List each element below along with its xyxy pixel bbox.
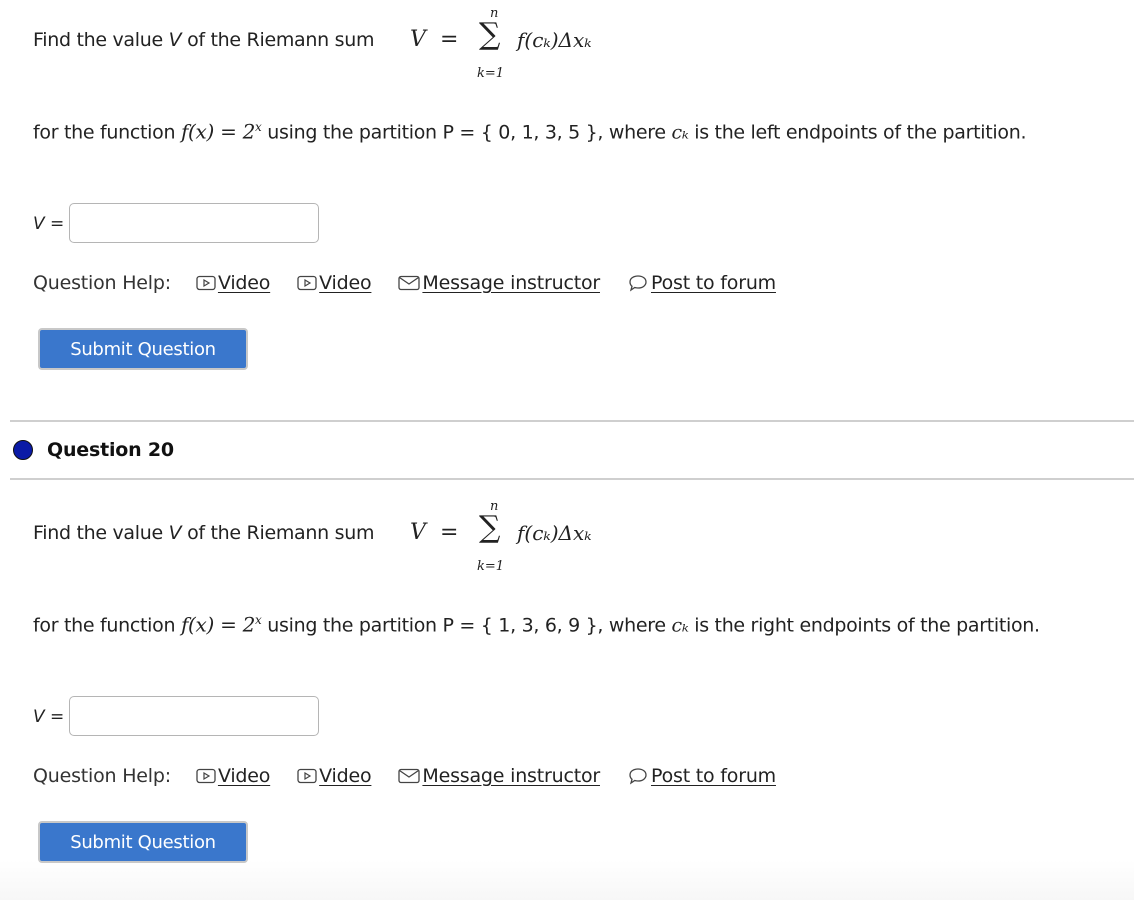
video-link-label: Video [217,765,271,787]
body-text: for the function [33,614,181,637]
video-link-1[interactable]: Video [196,765,275,787]
prompt-variable: V [168,29,182,51]
sum-lower-limit: k=1 [477,559,505,574]
formula-term: f(cₖ)Δxₖ [517,521,592,545]
prompt-text-tail: of the Riemann sum [181,29,375,51]
video-play-icon [196,768,216,784]
prompt-variable: V [168,522,182,544]
question-status-dot [13,440,33,460]
video-link-label: Video [217,272,271,294]
post-to-forum-link[interactable]: Post to forum [627,765,781,787]
message-instructor-link[interactable]: Message instructor [398,765,605,787]
body-text-middle: using the partition P = { 1, 3, 6, 9 }, … [261,614,672,637]
speech-bubble-icon [629,768,647,785]
question-header: Question 20 [13,439,174,461]
answer-input[interactable] [69,696,319,736]
sum-symbol: ∑ [479,510,501,545]
video-link-2[interactable]: Video [297,765,376,787]
envelope-icon [398,275,421,291]
question-help: Question Help: Video Video Message instr… [33,765,803,787]
message-instructor-link[interactable]: Message instructor [398,272,605,294]
envelope-icon [398,768,421,784]
video-link-1[interactable]: Video [196,272,275,294]
message-instructor-label: Message instructor [422,272,600,294]
video-link-label: Video [319,272,372,294]
prompt-text: Find the value [33,522,169,544]
body-text-suffix: is the right endpoints of the partition. [688,614,1040,637]
question-prompt: Find the value V of the Riemann sum [33,29,374,51]
ck-variable: cₖ [671,614,689,637]
question-help: Question Help: Video Video Message instr… [33,272,803,294]
question-help-label: Question Help: [33,272,171,294]
body-text-suffix: is the left endpoints of the partition. [688,121,1027,144]
formula-equals: = [440,27,459,52]
post-to-forum-link[interactable]: Post to forum [627,272,781,294]
divider [10,478,1134,480]
video-link-label: Video [319,765,372,787]
formula-term: f(cₖ)Δxₖ [517,28,592,52]
divider [10,420,1134,422]
speech-bubble-icon [629,275,647,292]
formula-lhs: V [410,27,426,52]
video-link-2[interactable]: Video [297,272,376,294]
body-text-middle: using the partition P = { 0, 1, 3, 5 }, … [261,121,672,144]
video-play-icon [297,768,317,784]
answer-label: V = [33,707,65,727]
answer-input[interactable] [69,203,319,243]
post-to-forum-label: Post to forum [650,272,776,294]
sum-lower-limit: k=1 [477,66,505,81]
video-play-icon [297,275,317,291]
question-help-label: Question Help: [33,765,171,787]
prompt-text: Find the value [33,29,169,51]
formula-lhs: V [410,520,426,545]
question-prompt: Find the value V of the Riemann sum [33,522,374,544]
submit-question-button[interactable]: Submit Question [38,328,248,370]
function-expression: f(x) = 2 [180,612,256,637]
answer-label: V = [33,214,65,234]
prompt-text-tail: of the Riemann sum [181,522,375,544]
post-to-forum-label: Post to forum [650,765,776,787]
submit-question-button[interactable]: Submit Question [38,821,248,863]
question-body: for the function f(x) = 2x using the par… [33,605,1113,641]
sum-symbol: ∑ [479,17,501,52]
function-expression: f(x) = 2 [180,119,256,144]
body-text: for the function [33,121,181,144]
question-body: for the function f(x) = 2x using the par… [33,112,1113,148]
video-play-icon [196,275,216,291]
ck-variable: cₖ [671,121,689,144]
message-instructor-label: Message instructor [422,765,600,787]
question-title: Question 20 [47,439,174,461]
formula-equals: = [440,520,459,545]
